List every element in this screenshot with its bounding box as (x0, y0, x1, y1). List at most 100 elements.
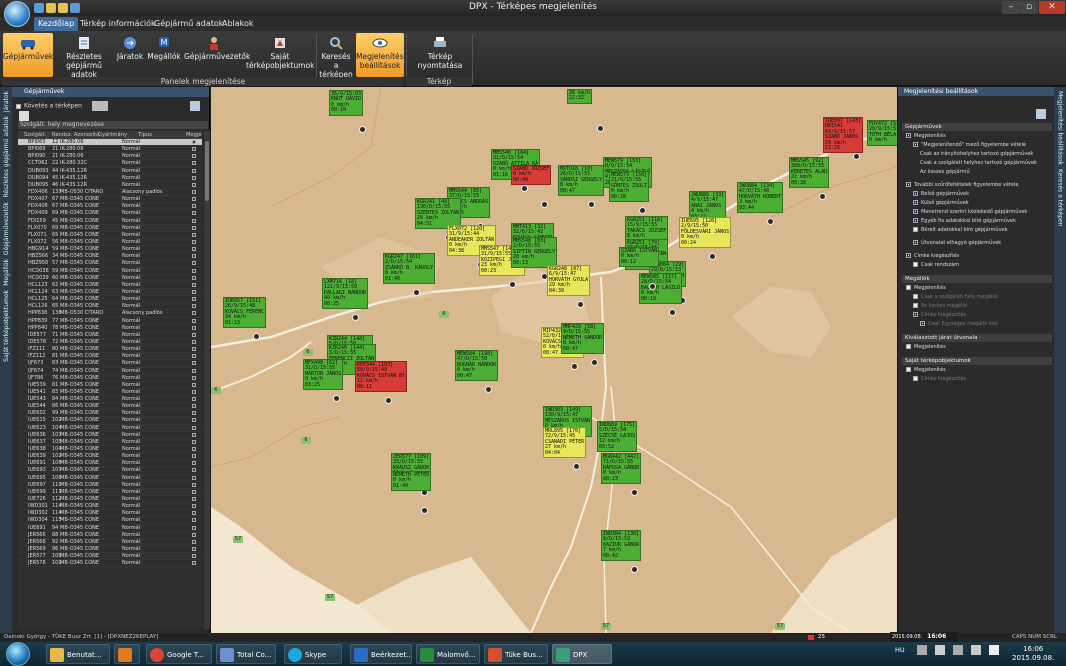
settings-option[interactable]: Egyéb fix adatokkal bíró gépjárművek (906, 217, 1051, 226)
settings-option[interactable]: Csak rendszám (906, 261, 1051, 270)
settings-option[interactable]: Menetrend szerint közlekedő gépjárművek (906, 208, 1051, 217)
settings-option[interactable]: Csak az irányítóhelyhez tartozó gépjármű… (906, 150, 1051, 159)
visible-checkbox[interactable] (192, 404, 196, 409)
table-row[interactable]: IUE639 102 MB-O345 CONE Normál (18, 453, 202, 461)
visible-checkbox[interactable] (192, 397, 196, 402)
visible-checkbox[interactable] (192, 447, 196, 452)
language-indicator[interactable]: HU (895, 646, 905, 654)
scrollbar-thumb[interactable] (205, 141, 209, 201)
settings-option[interactable]: Címke kiegészítés (906, 375, 1051, 384)
tray-icons[interactable] (916, 645, 1007, 655)
option-checkbox[interactable] (906, 367, 911, 372)
table-row[interactable]: JER577 108 MB-O345 CONE Normál (18, 553, 202, 561)
table-row[interactable]: IUE691 106 MB-O345 CONE Normál (18, 460, 202, 468)
visible-checkbox[interactable] (192, 275, 196, 280)
table-row[interactable]: HPP838 136 MB-O530 CITARO Alacsony padlós (18, 310, 202, 318)
visible-checkbox[interactable] (192, 454, 196, 459)
export-icon[interactable] (19, 111, 29, 121)
visible-checkbox[interactable] (192, 232, 196, 237)
vehicle-marker[interactable] (571, 363, 578, 370)
vehicles-button[interactable]: Gépjárművek (3, 33, 53, 77)
table-row[interactable]: IUE691 94 MB-O345 CONE Normál (18, 525, 202, 532)
visible-checkbox[interactable] (192, 368, 196, 373)
settings-option[interactable]: Külső gépjárművek (906, 199, 1051, 208)
table-row[interactable]: BPI090 21 IK-280.06 Normál (18, 153, 202, 161)
own-map-objects-button[interactable]: Saját térképobjektumok (246, 33, 314, 77)
vehicle-label[interactable]: MMS548 [83] 2/D/15:55 SIPTIN GERGELY 20 … (511, 237, 558, 269)
settings-section-header[interactable]: Megállók (902, 275, 1052, 283)
dock-tab-vehicle-details[interactable]: Részletes gépjármű adatok (3, 116, 10, 198)
settings-option[interactable]: Címke kiegészítés (906, 252, 1051, 261)
visible-checkbox[interactable] (192, 140, 196, 144)
minimize-button[interactable]: – (1002, 1, 1020, 14)
taskbar-media-player[interactable] (114, 644, 140, 664)
visible-checkbox[interactable] (192, 375, 196, 380)
settings-option[interactable]: Az összes megálló (906, 302, 1051, 311)
option-checkbox[interactable] (906, 253, 911, 258)
visible-checkbox[interactable] (192, 289, 196, 294)
settings-section-header[interactable]: Gépjárművek (902, 123, 1052, 131)
vehicle-label[interactable]: KGR248 [87] 6/9/15:47 HORVÁTH GYULA 29 k… (547, 265, 591, 297)
vehicle-marker[interactable] (588, 201, 595, 208)
col-make[interactable]: Gyártmány (98, 131, 127, 139)
visible-checkbox[interactable] (192, 389, 196, 394)
vehicle-label[interactable]: LXM716 [18] 121/9/15:50 PALLAGI NÁNDOR 4… (322, 278, 369, 310)
vehicle-marker[interactable] (385, 397, 392, 404)
table-row[interactable]: DUB095 46 IK-435.12R Normál (18, 182, 202, 189)
drivers-button[interactable]: Gépjárművezetők (184, 33, 250, 77)
settings-section-header[interactable]: Saját térképobjektumok (902, 357, 1052, 365)
visible-checkbox[interactable] (192, 147, 196, 152)
vehicle-label[interactable]: MEW579 [150] 21/9/15:55 GÖNTES ZSOLT 0 k… (609, 171, 650, 203)
follow-on-map-option[interactable]: Követés a térképen (12, 97, 209, 121)
visible-checkbox[interactable] (192, 182, 196, 187)
option-checkbox[interactable] (913, 209, 918, 214)
table-row[interactable]: HPP839 77 MB-O345 CONE Normál (18, 318, 202, 325)
vehicle-marker[interactable] (591, 359, 598, 366)
settings-option[interactable]: További szűrőfeltételek figyelembe vétel… (906, 181, 1051, 190)
visible-checkbox[interactable] (192, 161, 196, 166)
vehicles-scrollbar[interactable] (204, 131, 210, 629)
visible-checkbox[interactable] (192, 311, 196, 316)
vehicle-label[interactable]: MFX498 [62] 31/D/15:55 MÁRTON JÁNOS 0 km… (303, 359, 344, 391)
vehicle-marker[interactable] (649, 283, 656, 290)
alert-icon[interactable] (808, 635, 814, 640)
tab-ablakok[interactable]: Ablakok (218, 17, 258, 31)
vehicle-marker[interactable] (767, 218, 774, 225)
option-checkbox[interactable] (913, 240, 918, 245)
vehicle-marker[interactable] (253, 333, 260, 340)
col-visible[interactable]: Megjel. (186, 131, 202, 139)
table-row[interactable]: IUE726 112 MB-O345 CONE Normál (18, 496, 202, 504)
vehicle-marker[interactable] (669, 309, 676, 316)
table-row[interactable]: JER569 96 MB-O345 CONE Normál (18, 546, 202, 554)
visible-checkbox[interactable] (192, 204, 196, 209)
option-checkbox[interactable] (913, 312, 918, 317)
visible-checkbox[interactable] (192, 461, 196, 466)
taskbar-dpx[interactable]: DPX (552, 644, 612, 664)
visible-checkbox[interactable] (192, 547, 196, 552)
follow-checkbox[interactable] (16, 103, 21, 109)
settings-option[interactable]: Megjelenítés (906, 132, 1051, 141)
vehicle-marker[interactable] (333, 395, 340, 402)
app-menu-button[interactable] (4, 1, 30, 27)
settings-option[interactable]: Bérelt adatokkal bíró gépjárművek (906, 226, 1051, 235)
table-row[interactable]: IFZ112 81 MB-O345 CONE Normál (18, 353, 202, 361)
visible-checkbox[interactable] (192, 325, 196, 330)
option-checkbox[interactable] (906, 344, 911, 349)
table-row[interactable]: IUE693 107 MB-O345 CONE Normál (18, 467, 202, 475)
table-row[interactable]: HCL125 64 MB-O345 CONE Normál (18, 296, 202, 304)
vehicle-marker[interactable] (577, 301, 584, 308)
visible-checkbox[interactable] (192, 197, 196, 202)
vehicle-label[interactable]: SZABÓ ISTVÁN 0 km/h 00:12 (619, 247, 660, 268)
taskbar-outlook[interactable]: Beérkezet... (350, 644, 412, 664)
vehicle-marker[interactable] (521, 185, 528, 192)
table-row[interactable]: IWD301 114 MB-O345 CONE Normál (18, 503, 202, 511)
table-row[interactable]: IUE695 108 MB-O345 CONE Normál (18, 475, 202, 482)
table-row[interactable]: HCD039 60 MB-O345 CONE Normál (18, 275, 202, 282)
visible-checkbox[interactable] (192, 268, 196, 273)
dock-tab-search-map[interactable]: Keresés a térképen (1057, 169, 1064, 227)
search-map-button[interactable]: Keresés a térképen (318, 33, 354, 79)
visible-checkbox[interactable] (192, 261, 196, 266)
option-checkbox[interactable] (913, 142, 918, 147)
table-row[interactable]: IUE615 102 MB-O345 CONE Normál (18, 417, 202, 425)
table-row[interactable]: IUE543 84 MB-O345 CONE Normál (18, 396, 202, 404)
